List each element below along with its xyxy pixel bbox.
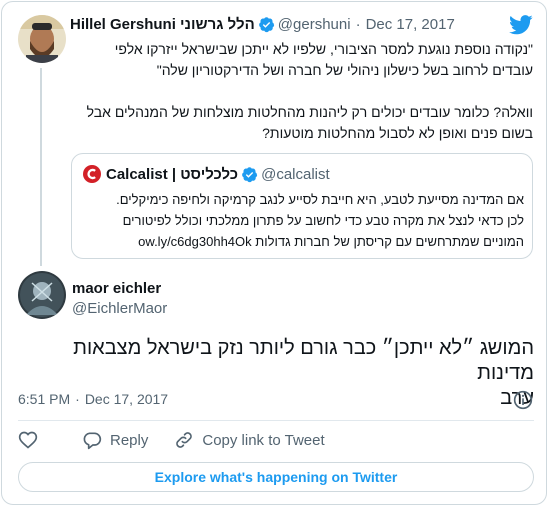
quoted-author-name[interactable]: Calcalist | כלכליסט (106, 166, 238, 183)
heart-icon[interactable] (18, 430, 38, 450)
author-handle[interactable]: @gershuni (278, 16, 351, 33)
tweet-timestamp[interactable]: 6:51 PM · Dec 17, 2017 (18, 391, 168, 407)
quoted-text-line: אם המדינה מסייעת לטבע, היא חייבת לסייע ל… (116, 192, 524, 207)
tweet-date[interactable]: Dec 17, 2017 (366, 16, 455, 33)
avatar[interactable] (18, 15, 66, 63)
quoted-tweet[interactable]: Calcalist | כלכליסט @calcalist אם המדינה… (71, 153, 533, 259)
author-name[interactable]: Hillel Gershuni הלל גרשוני (70, 16, 255, 33)
copy-link-button[interactable]: Copy link to Tweet (174, 430, 325, 450)
tweet-text: "נקודה נוספת נוגעת למסר הציבורי, שלפיו ל… (70, 39, 533, 144)
verified-badge-icon (258, 17, 274, 33)
tweet-text-line: "נקודה נוספת נוגעת למסר הציבורי, שלפיו ל… (114, 41, 533, 57)
tweet-date: Dec 17, 2017 (84, 391, 169, 407)
reply-label: Reply (110, 431, 149, 449)
tweet-embed-card: Hillel Gershuni הלל גרשוני @gershuni · D… (1, 1, 547, 505)
reply-button[interactable]: Reply (82, 430, 148, 450)
calcalist-logo-icon (83, 165, 101, 183)
verified-badge-icon (242, 166, 258, 182)
avatar[interactable] (18, 271, 66, 319)
tweet-text-line: בשום פנים ואופן לא לסבול מהחלטות מוטעות? (262, 125, 533, 141)
separator-dot: · (75, 391, 80, 407)
copy-link-label: Copy link to Tweet (202, 431, 325, 449)
quoted-link[interactable]: ow.ly/c6dg30hh4Ok (138, 234, 251, 249)
quoted-tweet-text: אם המדינה מסייעת לטבע, היא חייבת לסייע ל… (82, 189, 524, 252)
thread-connector (40, 68, 42, 266)
tweet-text-line: עובדים לרחוב בשל כישלון ניהולי של חברה ו… (156, 62, 533, 78)
quoted-text-line: המוניים שמתרחשים עם קריסתן של חברות גדול… (255, 234, 524, 249)
info-icon[interactable] (513, 390, 533, 410)
divider (18, 420, 534, 421)
quoted-author-handle[interactable]: @calcalist (261, 166, 330, 183)
tweet-text-line: וואלה? כלומר עובדים יכולים רק ליהנות מהח… (86, 104, 533, 120)
link-icon (176, 432, 193, 448)
twitter-bird-icon[interactable] (509, 15, 533, 35)
action-bar: Reply Copy link to Tweet (18, 428, 325, 452)
separator-dot: · (355, 16, 361, 33)
main-author: maor eichler @EichlerMaor (72, 280, 167, 317)
tweet-text-line: המושג ״לא ייתכן״ כבר גורם ליותר נזק בישר… (73, 337, 534, 384)
quoted-text-line: לכן כדאי לנצל את מקרה טבע כדי לחשוב על פ… (122, 213, 524, 228)
author-name[interactable]: maor eichler (72, 280, 167, 297)
author-handle[interactable]: @EichlerMaor (72, 300, 167, 317)
tweet-time: 6:51 PM (18, 391, 71, 407)
explore-button[interactable]: Explore what's happening on Twitter (18, 462, 534, 492)
reply-icon (83, 432, 102, 450)
